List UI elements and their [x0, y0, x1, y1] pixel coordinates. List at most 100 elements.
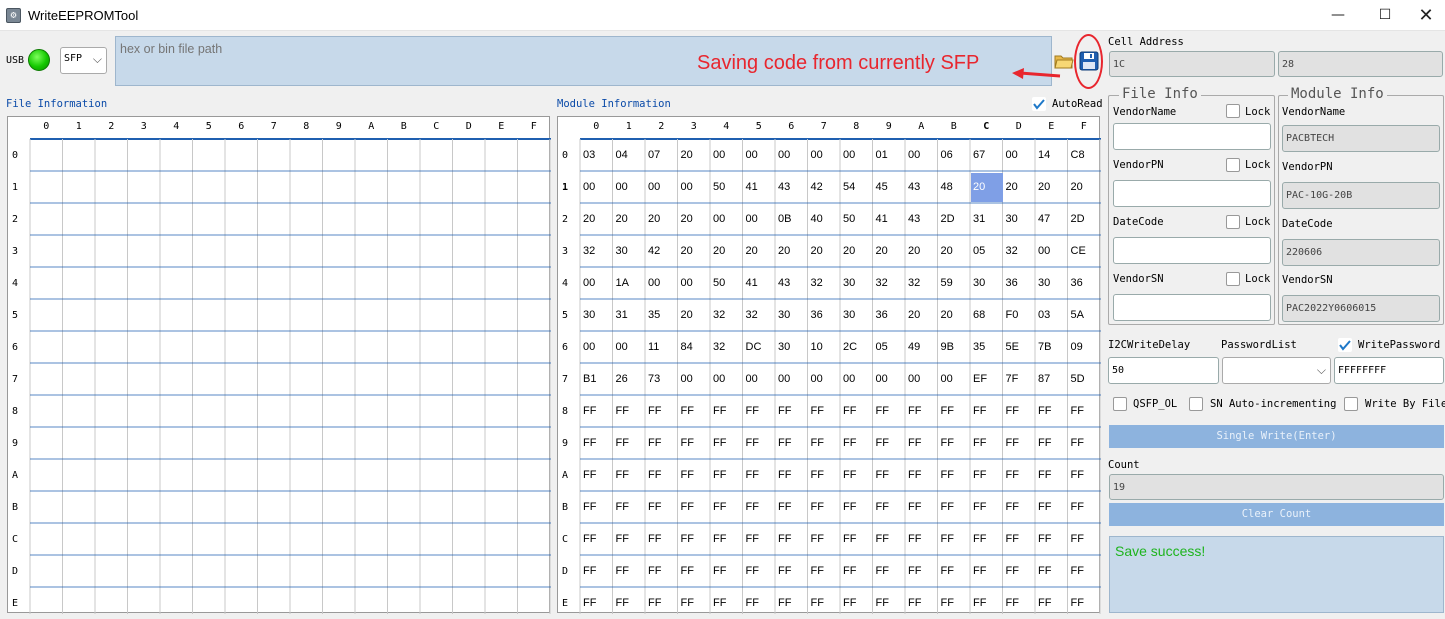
hex-cell[interactable]: 43 [908, 213, 920, 225]
hex-cell-empty[interactable] [193, 299, 226, 331]
hex-cell[interactable]: FF [973, 533, 986, 545]
hex-cell[interactable]: 00 [648, 181, 660, 193]
hex-cell-empty[interactable] [225, 171, 258, 203]
hex-cell[interactable]: 35 [648, 309, 660, 321]
hex-cell[interactable]: FF [811, 597, 824, 609]
hex-cell-empty[interactable] [63, 267, 96, 299]
hex-cell[interactable]: FF [811, 501, 824, 513]
hex-cell-empty[interactable] [160, 171, 193, 203]
hex-cell[interactable]: 09 [1071, 341, 1083, 353]
hex-cell[interactable]: FF [648, 501, 661, 513]
hex-cell-empty[interactable] [485, 139, 518, 171]
hex-cell[interactable]: 00 [583, 277, 595, 289]
hex-cell-empty[interactable] [355, 587, 388, 619]
hex-cell[interactable]: 41 [746, 277, 758, 289]
hex-cell-empty[interactable] [518, 267, 551, 299]
hex-cell-empty[interactable] [95, 139, 128, 171]
hex-cell-empty[interactable] [95, 267, 128, 299]
hex-cell-empty[interactable] [128, 427, 161, 459]
hex-cell[interactable]: 59 [941, 277, 953, 289]
clear-count-button[interactable]: Clear Count [1109, 503, 1444, 526]
hex-cell[interactable]: FF [648, 469, 661, 481]
hex-cell[interactable]: 00 [843, 373, 855, 385]
hex-cell-empty[interactable] [518, 203, 551, 235]
hex-cell-empty[interactable] [225, 203, 258, 235]
hex-cell-empty[interactable] [290, 523, 323, 555]
hex-cell[interactable]: 00 [908, 373, 920, 385]
hex-cell-empty[interactable] [485, 299, 518, 331]
hex-cell[interactable]: 20 [713, 245, 725, 257]
hex-cell-empty[interactable] [485, 203, 518, 235]
hex-cell[interactable]: FF [1038, 437, 1051, 449]
hex-cell-empty[interactable] [30, 235, 63, 267]
hex-cell-empty[interactable] [485, 171, 518, 203]
hex-cell[interactable]: FF [908, 597, 921, 609]
hex-cell-empty[interactable] [420, 587, 453, 619]
hex-cell-empty[interactable] [290, 139, 323, 171]
hex-cell[interactable]: 00 [713, 373, 725, 385]
hex-cell-empty[interactable] [518, 235, 551, 267]
hex-cell-empty[interactable] [518, 491, 551, 523]
hex-cell[interactable]: 05 [973, 245, 985, 257]
hex-cell-empty[interactable] [258, 171, 291, 203]
hex-cell[interactable]: FF [1038, 501, 1051, 513]
hex-cell[interactable]: 32 [811, 277, 823, 289]
hex-cell[interactable]: 40 [811, 213, 823, 225]
hex-cell[interactable]: 47 [1038, 213, 1050, 225]
hex-cell[interactable]: 41 [876, 213, 888, 225]
hex-cell-empty[interactable] [128, 203, 161, 235]
hex-cell-empty[interactable] [128, 331, 161, 363]
hex-cell[interactable]: B1 [583, 373, 596, 385]
hex-cell-empty[interactable] [258, 139, 291, 171]
hex-cell[interactable]: 20 [648, 213, 660, 225]
hex-cell-empty[interactable] [225, 491, 258, 523]
hex-cell[interactable]: 20 [941, 245, 953, 257]
hex-cell-empty[interactable] [453, 523, 486, 555]
hex-cell-empty[interactable] [63, 395, 96, 427]
hex-cell[interactable]: FF [648, 437, 661, 449]
hex-cell-empty[interactable] [258, 395, 291, 427]
hex-cell[interactable]: FF [681, 405, 694, 417]
hex-cell-empty[interactable] [518, 395, 551, 427]
hex-cell[interactable]: FF [1038, 533, 1051, 545]
hex-cell[interactable]: 7F [1006, 373, 1019, 385]
hex-cell[interactable]: 32 [713, 341, 725, 353]
hex-cell-empty[interactable] [225, 555, 258, 587]
hex-cell[interactable]: 50 [843, 213, 855, 225]
hex-cell-empty[interactable] [518, 139, 551, 171]
hex-cell-empty[interactable] [323, 299, 356, 331]
hex-cell[interactable]: FF [941, 533, 954, 545]
hex-cell[interactable]: 20 [681, 245, 693, 257]
hex-cell-empty[interactable] [95, 523, 128, 555]
hex-cell-empty[interactable] [128, 587, 161, 619]
hex-cell[interactable]: FF [583, 565, 596, 577]
hex-cell[interactable]: FF [876, 533, 889, 545]
hex-cell-empty[interactable] [160, 427, 193, 459]
hex-cell-empty[interactable] [388, 363, 421, 395]
hex-cell-empty[interactable] [95, 171, 128, 203]
hex-cell-empty[interactable] [160, 587, 193, 619]
hex-cell[interactable]: FF [681, 533, 694, 545]
hex-cell-empty[interactable] [30, 459, 63, 491]
hex-cell[interactable]: FF [941, 501, 954, 513]
hex-cell[interactable]: FF [583, 469, 596, 481]
hex-cell[interactable]: FF [941, 437, 954, 449]
maximize-button[interactable]: ☐ [1362, 0, 1408, 31]
hex-cell-empty[interactable] [95, 491, 128, 523]
hex-cell[interactable]: FF [876, 597, 889, 609]
hex-cell[interactable]: 41 [746, 181, 758, 193]
hex-cell-empty[interactable] [128, 523, 161, 555]
hex-cell[interactable]: FF [681, 437, 694, 449]
hex-cell-empty[interactable] [388, 459, 421, 491]
hex-cell-empty[interactable] [453, 267, 486, 299]
password-list-select[interactable]: ⌵ [1222, 357, 1331, 384]
hex-cell[interactable]: FF [843, 405, 856, 417]
hex-cell-empty[interactable] [63, 427, 96, 459]
hex-cell-empty[interactable] [518, 363, 551, 395]
hex-cell-empty[interactable] [323, 395, 356, 427]
hex-cell-empty[interactable] [160, 459, 193, 491]
hex-cell-empty[interactable] [30, 299, 63, 331]
hex-cell[interactable]: FF [1006, 405, 1019, 417]
write-password-checkbox[interactable] [1338, 338, 1352, 352]
hex-cell[interactable]: FF [746, 597, 759, 609]
